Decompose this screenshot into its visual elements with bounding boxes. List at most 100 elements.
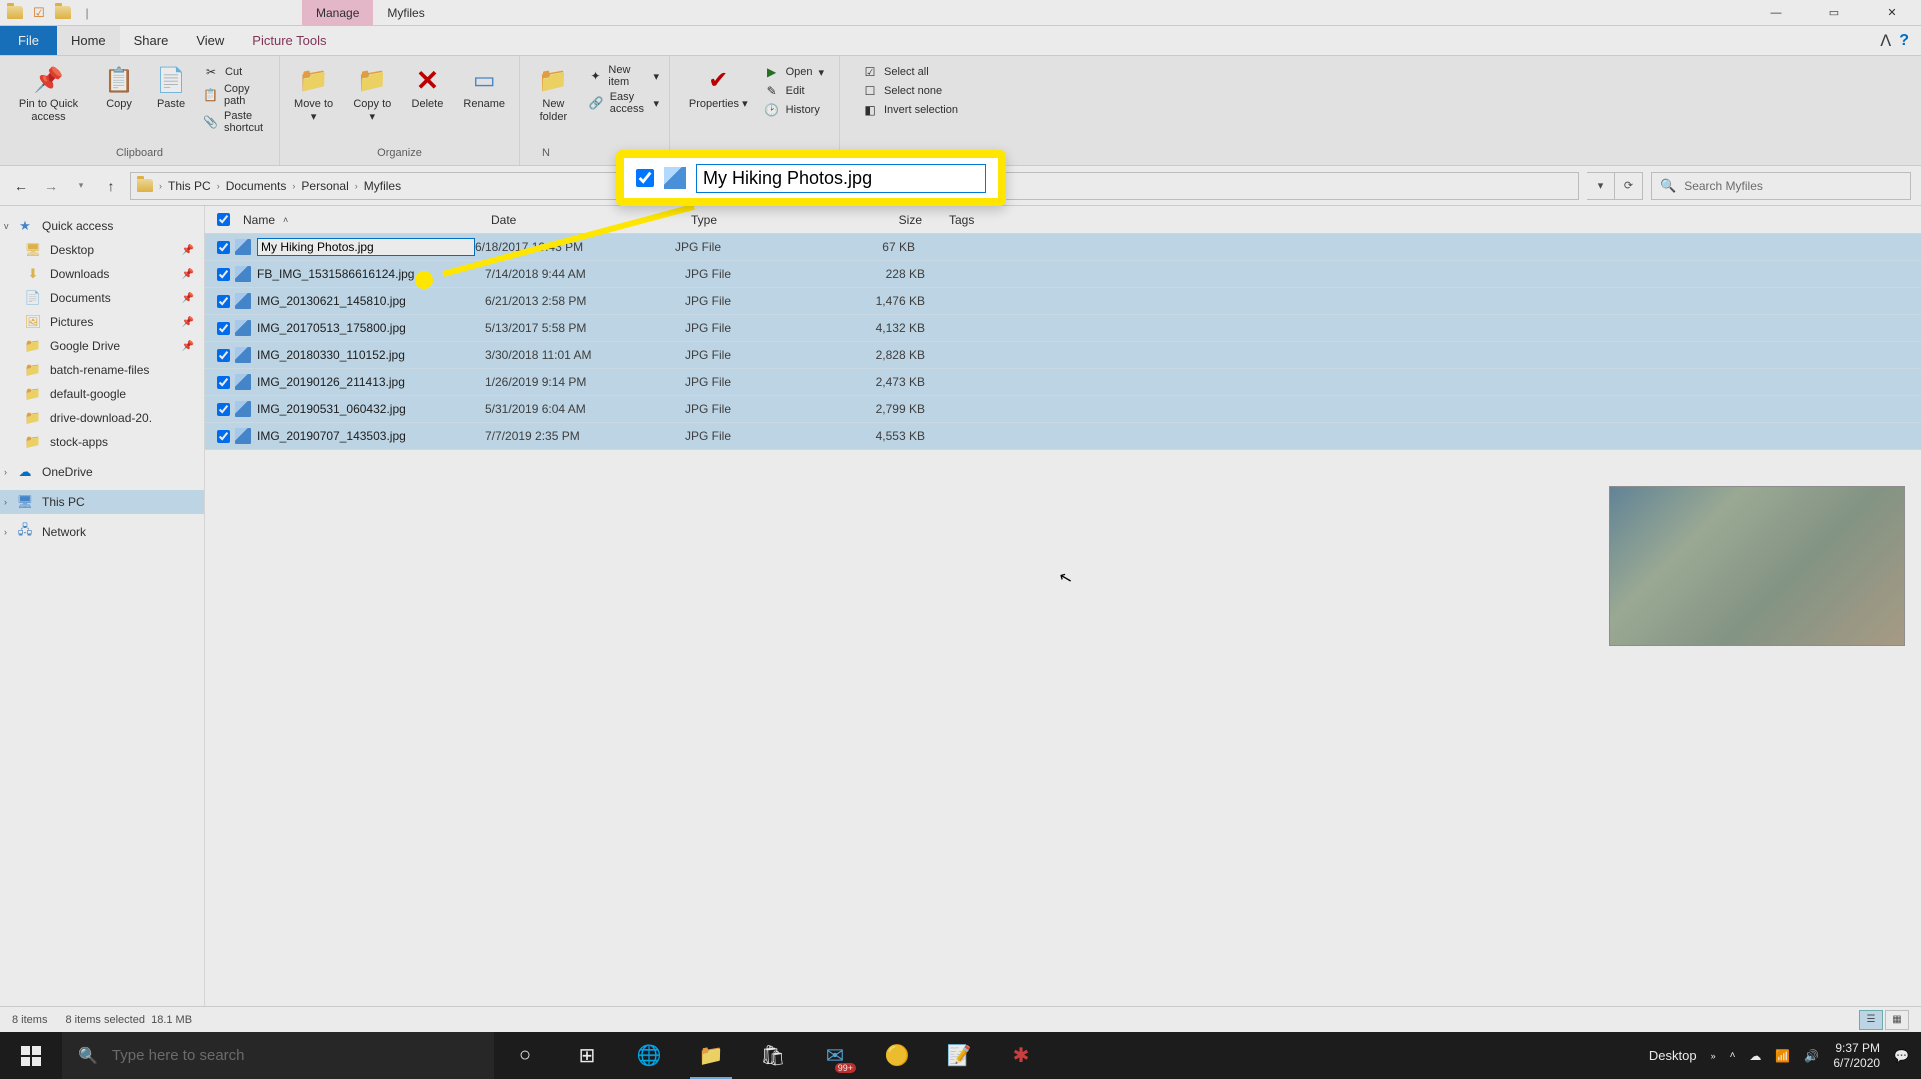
paste-button[interactable]: 📄 Paste: [147, 60, 195, 115]
sidebar-item-drive-download-20-[interactable]: 📁drive-download-20.: [0, 406, 204, 430]
recent-locations-button[interactable]: ▾: [70, 175, 92, 197]
action-center-button[interactable]: 💬: [1894, 1049, 1909, 1063]
tab-view[interactable]: View: [182, 26, 238, 55]
maximize-button[interactable]: ▭: [1805, 0, 1863, 26]
breadcrumb-item[interactable]: Documents: [226, 179, 287, 193]
chrome-icon[interactable]: 🟡: [866, 1032, 928, 1079]
minimize-button[interactable]: —: [1747, 0, 1805, 26]
delete-button[interactable]: ✕ Delete: [403, 60, 451, 115]
new-folder-button[interactable]: 📁 New folder: [526, 60, 581, 128]
callout-checkbox[interactable]: [636, 169, 654, 187]
copy-to-button[interactable]: 📁 Copy to ▾: [345, 60, 399, 128]
volume-tray-icon[interactable]: 🔊: [1804, 1049, 1819, 1063]
row-checkbox[interactable]: [211, 349, 235, 362]
row-checkbox[interactable]: [211, 322, 235, 335]
file-row[interactable]: IMG_20190126_211413.jpg 1/26/2019 9:14 P…: [205, 369, 1921, 396]
breadcrumb-item[interactable]: Personal: [301, 179, 348, 193]
address-dropdown-button[interactable]: ▾: [1587, 172, 1615, 200]
sidebar-item-stock-apps[interactable]: 📁stock-apps: [0, 430, 204, 454]
wifi-tray-icon[interactable]: 📶: [1775, 1049, 1790, 1063]
refresh-button[interactable]: ⟳: [1615, 172, 1643, 200]
start-button[interactable]: [0, 1032, 62, 1079]
select-none-button[interactable]: ☐Select none: [862, 83, 958, 99]
rename-input[interactable]: [257, 238, 475, 256]
tab-picture-tools[interactable]: Picture Tools: [238, 26, 340, 55]
taskbar-search-input[interactable]: [112, 1047, 478, 1064]
back-button[interactable]: ←: [10, 175, 32, 197]
details-view-button[interactable]: ☰: [1859, 1010, 1883, 1030]
row-checkbox[interactable]: [211, 241, 235, 254]
open-button[interactable]: ▶Open ▾: [764, 64, 824, 80]
row-checkbox[interactable]: [211, 430, 235, 443]
sidebar-this-pc[interactable]: › 🖥 This PC: [0, 490, 204, 514]
move-to-button[interactable]: 📁 Move to ▾: [286, 60, 341, 128]
pin-to-quick-access-button[interactable]: 📌 Pin to Quick access: [6, 60, 91, 128]
save-icon[interactable]: ☑: [30, 4, 48, 22]
rename-button[interactable]: ▭ Rename: [455, 60, 513, 115]
file-row[interactable]: IMG_20170513_175800.jpg 5/13/2017 5:58 P…: [205, 315, 1921, 342]
sidebar-item-default-google[interactable]: 📁default-google: [0, 382, 204, 406]
sidebar-item-desktop[interactable]: 🖥Desktop📌: [0, 238, 204, 262]
sidebar-item-pictures[interactable]: 🖼Pictures📌: [0, 310, 204, 334]
file-row[interactable]: IMG_20130621_145810.jpg 6/21/2013 2:58 P…: [205, 288, 1921, 315]
search-input[interactable]: [1684, 179, 1902, 193]
store-icon[interactable]: 🛍: [742, 1032, 804, 1079]
callout-rename-input[interactable]: [696, 164, 986, 193]
column-header-name[interactable]: Name˄: [235, 213, 483, 227]
breadcrumb-item[interactable]: This PC: [168, 179, 211, 193]
copy-path-button[interactable]: 📋Copy path: [203, 83, 269, 107]
sidebar-onedrive[interactable]: › ☁ OneDrive: [0, 460, 204, 484]
mail-icon[interactable]: ✉ 99+: [804, 1032, 866, 1079]
file-row[interactable]: IMG_20190707_143503.jpg 7/7/2019 2:35 PM…: [205, 423, 1921, 450]
navigation-pane[interactable]: v ★ Quick access 🖥Desktop📌⬇Downloads📌📄Do…: [0, 206, 205, 1006]
edit-button[interactable]: ✎Edit: [764, 83, 824, 99]
desktop-toolbar[interactable]: Desktop: [1649, 1048, 1697, 1063]
sidebar-item-documents[interactable]: 📄Documents📌: [0, 286, 204, 310]
close-button[interactable]: ✕: [1863, 0, 1921, 26]
tray-overflow-button[interactable]: ˄: [1730, 1050, 1736, 1061]
forward-button[interactable]: →: [40, 175, 62, 197]
paste-shortcut-button[interactable]: 📎Paste shortcut: [203, 110, 269, 134]
file-row[interactable]: IMG_20190531_060432.jpg 5/31/2019 6:04 A…: [205, 396, 1921, 423]
column-header-tags[interactable]: Tags: [941, 213, 1041, 227]
sidebar-quick-access[interactable]: v ★ Quick access: [0, 214, 204, 238]
up-button[interactable]: ↑: [100, 175, 122, 197]
row-checkbox[interactable]: [211, 295, 235, 308]
history-button[interactable]: 🕑History: [764, 102, 824, 118]
new-item-button[interactable]: ✦New item ▾: [589, 64, 659, 88]
edge-icon[interactable]: 🌐: [618, 1032, 680, 1079]
taskbar-clock[interactable]: 9:37 PM 6/7/2020: [1833, 1041, 1880, 1070]
invert-selection-button[interactable]: ◧Invert selection: [862, 102, 958, 118]
contextual-tab-manage[interactable]: Manage: [302, 0, 373, 26]
sidebar-item-downloads[interactable]: ⬇Downloads📌: [0, 262, 204, 286]
sidebar-item-google-drive[interactable]: 📁Google Drive📌: [0, 334, 204, 358]
file-row[interactable]: IMG_20180330_110152.jpg 3/30/2018 11:01 …: [205, 342, 1921, 369]
select-all-button[interactable]: ☑Select all: [862, 64, 958, 80]
row-checkbox[interactable]: [211, 376, 235, 389]
file-row[interactable]: 6/18/2017 10:43 PM JPG File 67 KB: [205, 234, 1921, 261]
tab-home[interactable]: Home: [57, 26, 120, 55]
app-icon[interactable]: ✱: [990, 1032, 1052, 1079]
file-explorer-icon[interactable]: 📁: [680, 1032, 742, 1079]
sidebar-item-batch-rename-files[interactable]: 📁batch-rename-files: [0, 358, 204, 382]
cortana-button[interactable]: ○: [494, 1032, 556, 1079]
notepad-icon[interactable]: 📝: [928, 1032, 990, 1079]
help-icon[interactable]: ?: [1899, 32, 1909, 50]
sidebar-network[interactable]: › 🖧 Network: [0, 520, 204, 544]
column-header-type[interactable]: Type: [683, 213, 833, 227]
tab-file[interactable]: File: [0, 26, 57, 55]
taskbar-search[interactable]: 🔍: [62, 1032, 494, 1079]
row-checkbox[interactable]: [211, 268, 235, 281]
search-box[interactable]: 🔍: [1651, 172, 1911, 200]
column-header-size[interactable]: Size: [833, 213, 941, 227]
thumbnails-view-button[interactable]: ▦: [1885, 1010, 1909, 1030]
copy-button[interactable]: 📋 Copy: [95, 60, 143, 115]
breadcrumb-item[interactable]: Myfiles: [364, 179, 401, 193]
task-view-button[interactable]: ⊞: [556, 1032, 618, 1079]
desktop-toolbar-chevron[interactable]: »: [1711, 1051, 1716, 1061]
cut-button[interactable]: ✂Cut: [203, 64, 269, 80]
properties-button[interactable]: ✔ Properties ▾: [681, 60, 756, 115]
easy-access-button[interactable]: 🔗Easy access ▾: [589, 91, 659, 115]
row-checkbox[interactable]: [211, 403, 235, 416]
select-all-checkbox[interactable]: [211, 213, 235, 226]
